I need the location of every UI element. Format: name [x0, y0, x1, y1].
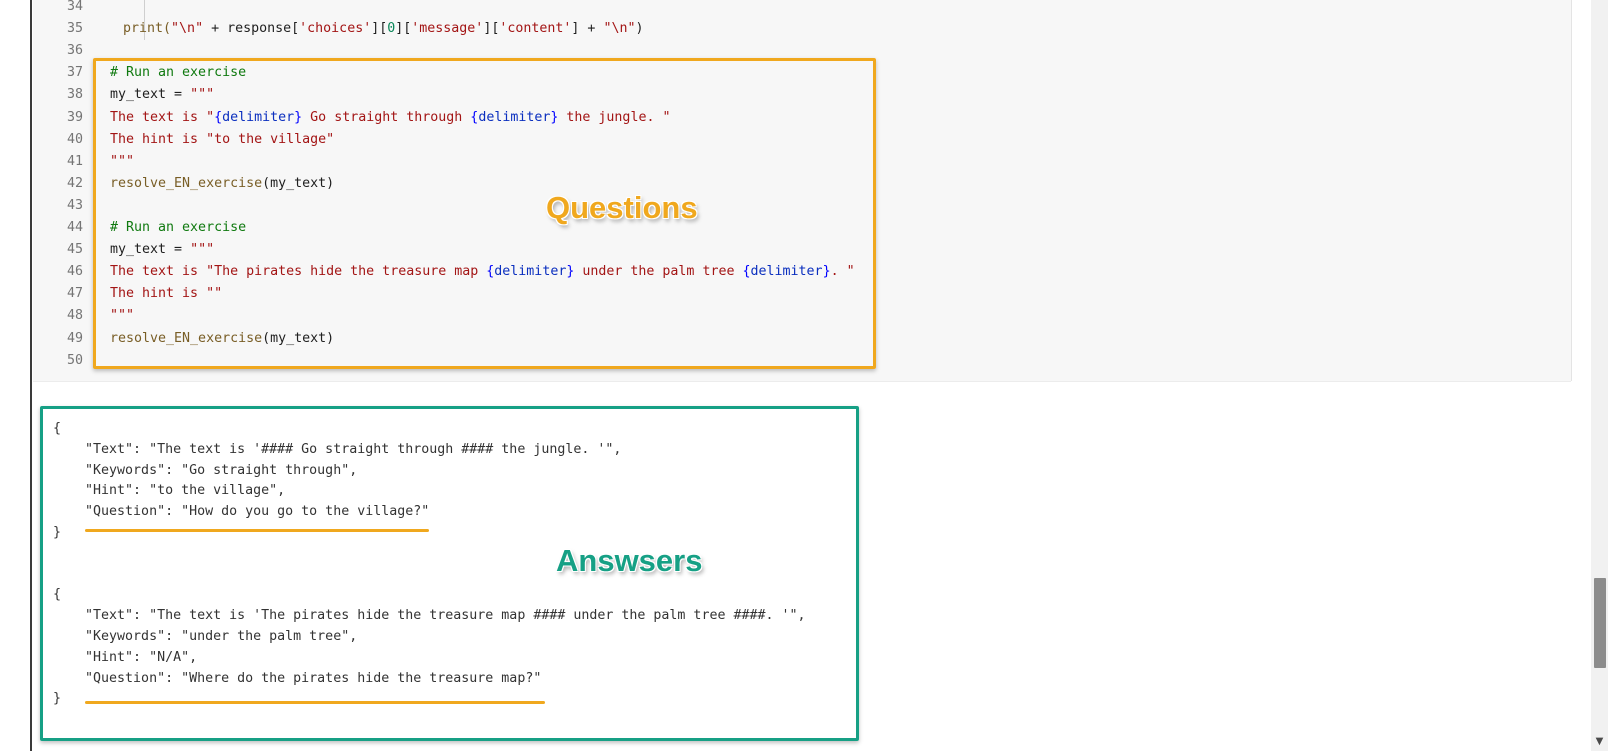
line-number: 48	[66, 308, 83, 324]
question-underline-2	[85, 701, 545, 704]
chevron-down-icon[interactable]: ▼	[1591, 733, 1608, 751]
cell-right-border	[1571, 0, 1572, 381]
code-token: "\n"	[603, 21, 636, 37]
code-token: "\n"	[171, 21, 204, 37]
line-number: 39	[66, 109, 83, 125]
line-number: 40	[66, 131, 83, 147]
line-number: 49	[66, 330, 83, 346]
answers-label: Answsers	[556, 543, 703, 578]
line-number: 38	[66, 87, 83, 103]
questions-highlight-box	[93, 58, 876, 369]
line-number: 42	[66, 175, 83, 191]
code-token: ][	[395, 21, 412, 37]
code-token: ] +	[571, 21, 604, 37]
code-token: )	[635, 21, 644, 37]
line-number: 41	[66, 153, 83, 169]
code-token: + response[	[203, 21, 300, 37]
line-number: 44	[66, 220, 83, 235]
line-number: 46	[66, 264, 83, 280]
question-underline-1	[85, 529, 429, 532]
code-token: 'choices'	[299, 21, 372, 37]
line-number: 50	[66, 352, 83, 368]
line-number: 43	[66, 197, 83, 213]
code-text: print("\n" + response['choices'][0]['mes…	[123, 18, 643, 40]
code-token: print(	[123, 21, 172, 37]
code-token: 'message'	[411, 21, 484, 37]
line-number: 45	[66, 242, 83, 258]
answers-highlight-box	[40, 406, 859, 741]
line-number: 36	[66, 43, 83, 59]
line-number: 37	[66, 65, 83, 81]
code-token: ][	[483, 21, 500, 37]
code-token: 'content'	[499, 21, 572, 37]
questions-label: Questions	[546, 190, 698, 225]
code-token: ][	[371, 21, 388, 37]
line-number: 47	[66, 286, 83, 302]
line-number: 35	[66, 21, 83, 37]
scrollbar-thumb[interactable]	[1594, 578, 1606, 668]
line-number: 34	[66, 0, 83, 14]
notebook-left-border	[30, 0, 32, 751]
